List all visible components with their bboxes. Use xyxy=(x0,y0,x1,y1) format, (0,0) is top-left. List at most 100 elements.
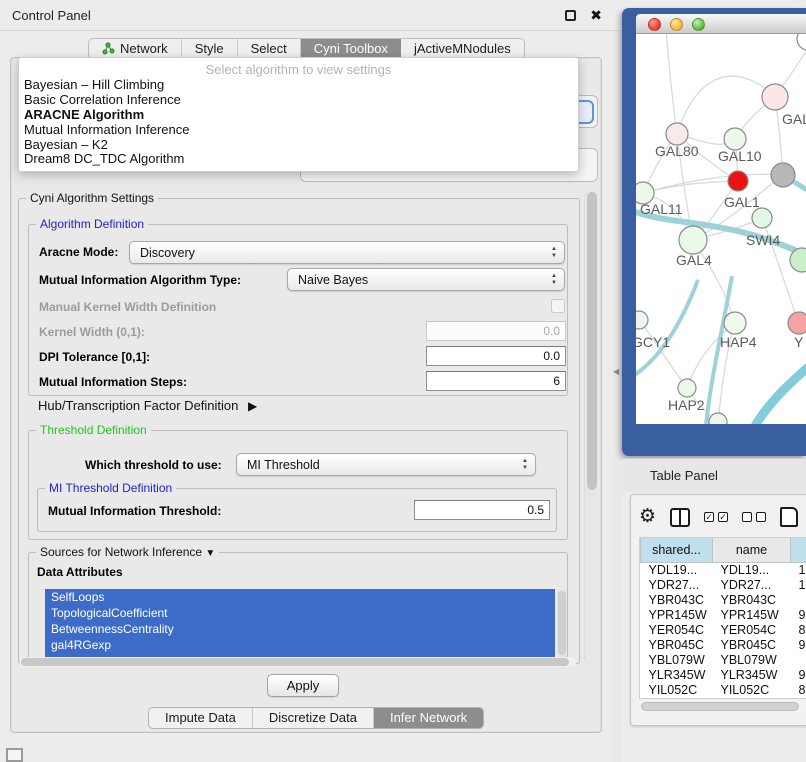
control-panel-titlebar: Control Panel ✖ xyxy=(0,0,620,31)
algorithm-option[interactable]: Dream8 DC_TDC Algorithm xyxy=(19,152,578,167)
node-hap2[interactable] xyxy=(678,379,696,397)
settings-scroll-area: Cyni Algorithm Settings Algorithm Defini… xyxy=(14,188,600,666)
dpi-tolerance-field[interactable]: 0.0 xyxy=(426,346,566,366)
tab-discretize-data[interactable]: Discretize Data xyxy=(253,708,374,728)
tab-jactivemnodules[interactable]: jActiveMNodules xyxy=(401,39,524,58)
mi-steps-field[interactable]: 6 xyxy=(426,371,566,391)
network-window-titlebar[interactable] xyxy=(636,14,806,34)
panel-splitter[interactable]: ◀ xyxy=(612,31,622,762)
close-traffic-light-icon[interactable] xyxy=(648,18,661,31)
settings-horizontal-scrollbar[interactable] xyxy=(20,657,576,667)
network-view-window[interactable]: GAL GAL80 GAL10 GAL1 GAL11 SWI4 GAL4 GCY… xyxy=(622,8,806,456)
settings-vertical-scrollbar[interactable] xyxy=(584,190,598,664)
algorithm-option[interactable]: Mutual Information Inference xyxy=(19,123,578,138)
algorithm-option[interactable]: Bayesian – K2 xyxy=(19,138,578,153)
network-node-labels: GAL GAL80 GAL10 GAL1 GAL11 SWI4 GAL4 GCY… xyxy=(636,111,806,413)
algorithm-definition-group: Algorithm Definition Aracne Mode: Discov… xyxy=(28,224,568,396)
node-label: GAL1 xyxy=(724,194,760,210)
group-title: MI Threshold Definition xyxy=(45,481,176,495)
tab-cyni-toolbox[interactable]: Cyni Toolbox xyxy=(301,39,401,58)
node-partial-bottom[interactable] xyxy=(709,413,727,424)
apply-button[interactable]: Apply xyxy=(267,674,339,697)
node-gal-partial[interactable] xyxy=(762,84,788,110)
mi-threshold-label: Mutual Information Threshold: xyxy=(48,504,221,518)
node-label: HAP4 xyxy=(720,334,757,350)
tab-network-label: Network xyxy=(120,41,168,56)
node-label: GAL10 xyxy=(718,148,762,164)
manual-kernel-width-checkbox[interactable] xyxy=(551,299,565,313)
node-swi4[interactable] xyxy=(752,208,772,228)
control-panel-tabs: Network Style Select Cyni Toolbox jActiv… xyxy=(88,38,525,59)
deselect-all-checkboxes-icon[interactable] xyxy=(742,512,766,522)
table-panel: ⚙ ✓ ✓ shared... name A YDL19...YDL19...1… xyxy=(630,494,806,726)
tab-impute-data[interactable]: Impute Data xyxy=(149,708,253,728)
algorithm-option-selected[interactable]: ARACNE Algorithm xyxy=(19,108,578,123)
tab-infer-network[interactable]: Infer Network xyxy=(374,708,483,728)
algorithm-option[interactable]: Bayesian – Hill Climbing xyxy=(19,78,578,93)
table-row[interactable]: YBL079WYBL079W xyxy=(641,652,806,667)
node-gray[interactable] xyxy=(771,163,795,187)
node-salmon[interactable] xyxy=(788,312,806,334)
attribute-item[interactable]: BetweennessCentrality xyxy=(45,621,555,637)
table-row[interactable]: YBR043CYBR043C xyxy=(641,592,806,607)
zoom-traffic-light-icon[interactable] xyxy=(692,18,705,31)
mi-threshold-definition-group: MI Threshold Definition Mutual Informati… xyxy=(37,488,557,532)
minimize-traffic-light-icon[interactable] xyxy=(670,18,683,31)
column-header-shared-name[interactable]: shared... xyxy=(641,538,713,562)
node-label: GAL80 xyxy=(655,143,699,159)
spinner-arrows-icon: ▲▼ xyxy=(522,458,528,472)
table-row[interactable]: YDR27...YDR27...12 xyxy=(641,577,806,592)
tab-style[interactable]: Style xyxy=(182,39,238,58)
column-header-partial[interactable]: A xyxy=(791,538,806,562)
attribute-item[interactable]: SelfLoops xyxy=(45,589,555,605)
which-threshold-label: Which threshold to use: xyxy=(85,458,222,472)
dpi-tolerance-label: DPI Tolerance [0,1]: xyxy=(39,350,150,364)
float-window-icon[interactable] xyxy=(565,10,576,21)
kernel-width-field[interactable]: 0.0 xyxy=(426,321,566,341)
table-row[interactable]: YER054CYER054C8. xyxy=(641,622,806,637)
node-table: shared... name A YDL19...YDL19...13 YDR2… xyxy=(639,537,806,699)
column-header-name[interactable]: name xyxy=(713,538,791,562)
select-all-checkboxes-icon[interactable]: ✓ ✓ xyxy=(704,512,728,522)
node-hap4[interactable] xyxy=(724,312,746,334)
table-row[interactable]: YPR145WYPR145W9. xyxy=(641,607,806,622)
sources-group-title[interactable]: Sources for Network Inference ▼ xyxy=(36,545,219,559)
mi-algorithm-type-combobox[interactable]: Naive Bayes ▲▼ xyxy=(287,268,565,291)
node-partial[interactable] xyxy=(797,34,806,50)
collapsed-arrow-icon: ▶ xyxy=(248,399,257,413)
attribute-item[interactable]: TopologicalCoefficient xyxy=(45,605,555,621)
data-attributes-label: Data Attributes xyxy=(37,565,123,579)
node-gal1-red[interactable] xyxy=(728,171,748,191)
docked-panel-icon[interactable] xyxy=(6,748,23,762)
node-gal4[interactable] xyxy=(679,226,707,254)
tab-network[interactable]: Network xyxy=(89,39,182,58)
node-gal80[interactable] xyxy=(666,123,688,145)
hub-definition-expander[interactable]: Hub/Transcription Factor Definition ▶ xyxy=(38,398,257,413)
node-gal10[interactable] xyxy=(724,128,746,150)
table-row[interactable]: YDL19...YDL19...13 xyxy=(641,562,806,577)
table-row[interactable]: YLR345WYLR345W9. xyxy=(641,667,806,682)
attributes-scrollbar[interactable] xyxy=(557,589,567,659)
network-canvas[interactable]: GAL GAL80 GAL10 GAL1 GAL11 SWI4 GAL4 GCY… xyxy=(636,34,806,424)
data-attributes-list: SelfLoops TopologicalCoefficient Between… xyxy=(45,589,555,659)
mi-steps-label: Mutual Information Steps: xyxy=(39,375,187,389)
gear-icon[interactable]: ⚙ xyxy=(639,507,656,527)
attribute-item[interactable]: gal4RGexp xyxy=(45,637,555,653)
tab-select[interactable]: Select xyxy=(238,39,301,58)
node-gcy1[interactable] xyxy=(636,311,648,329)
algorithm-option[interactable]: Basic Correlation Inference xyxy=(19,93,578,108)
which-threshold-combobox[interactable]: MI Threshold ▲▼ xyxy=(236,453,536,476)
splitter-arrow-icon: ◀ xyxy=(613,367,619,376)
spinner-arrows-icon: ▲▼ xyxy=(551,273,557,287)
mi-threshold-field[interactable]: 0.5 xyxy=(414,500,550,520)
aracne-mode-combobox[interactable]: Discovery ▲▼ xyxy=(129,241,565,264)
cyni-bottom-tabs: Impute Data Discretize Data Infer Networ… xyxy=(148,707,484,729)
export-table-icon[interactable] xyxy=(780,507,798,527)
group-title: Threshold Definition xyxy=(36,423,151,437)
table-row[interactable]: YIL052CYIL052C8 xyxy=(641,682,806,697)
node-label: GAL11 xyxy=(640,201,683,217)
table-row[interactable]: YBR045CYBR045C9. xyxy=(641,637,806,652)
table-horizontal-scrollbar[interactable] xyxy=(639,701,806,712)
close-icon[interactable]: ✖ xyxy=(590,7,602,24)
column-layout-icon[interactable] xyxy=(670,508,690,527)
